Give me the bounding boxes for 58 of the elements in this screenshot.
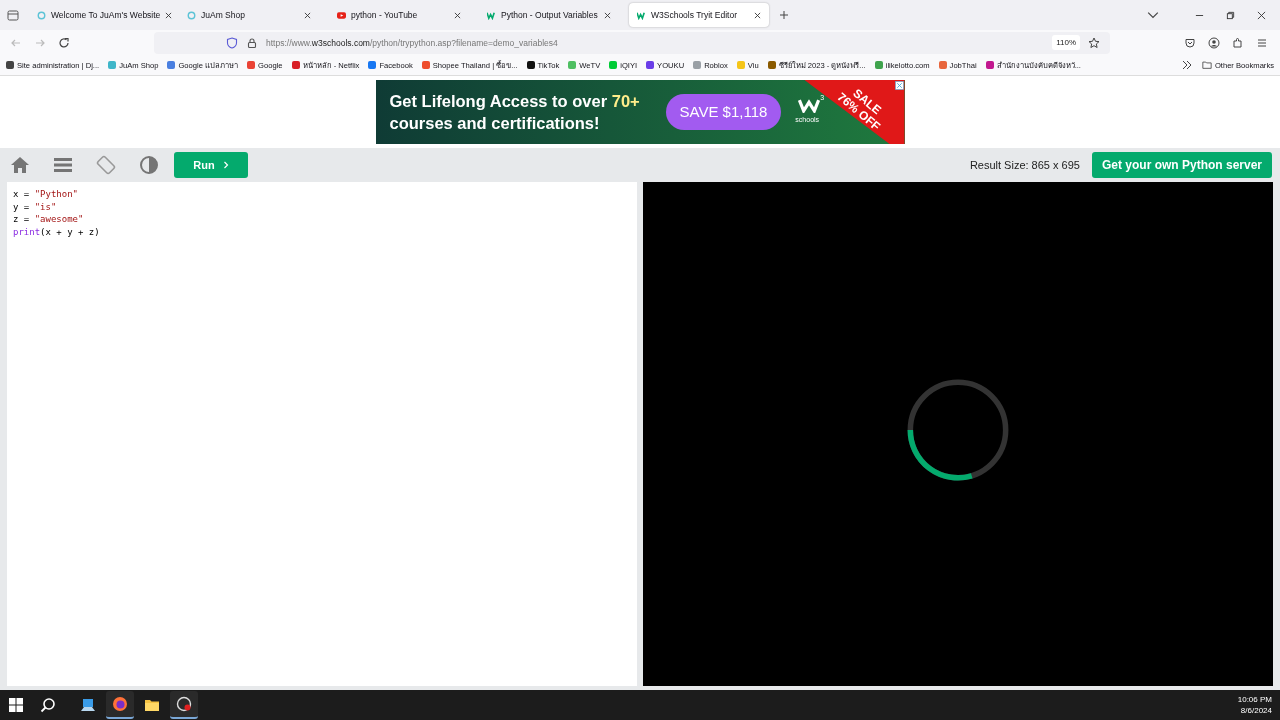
new-tab-icon[interactable] [779, 10, 789, 20]
double-chevron-icon[interactable] [1180, 59, 1193, 71]
close-icon[interactable] [604, 11, 611, 19]
tab-list-icon[interactable] [7, 9, 19, 21]
tab-title: W3Schools Tryit Editor [651, 10, 738, 20]
result-size: Result Size: 865 x 695 [969, 159, 1080, 171]
home-icon[interactable] [10, 155, 30, 175]
close-icon[interactable] [304, 11, 311, 19]
zoom-level[interactable]: 110% [1052, 35, 1080, 50]
close-icon[interactable] [454, 11, 461, 19]
reload-icon[interactable] [58, 36, 70, 49]
close-icon[interactable] [754, 11, 761, 19]
browser-tab[interactable]: python - YouTube [329, 3, 469, 27]
folder-icon [1201, 60, 1212, 70]
shield-icon [226, 36, 238, 49]
browser-tab[interactable]: JuAm Shop [179, 3, 319, 27]
puzzle-icon[interactable] [1232, 36, 1244, 49]
w-logo-icon [637, 10, 646, 20]
browser-tab[interactable]: Welcome To JuAm's Website [29, 3, 169, 27]
restore-icon[interactable] [1226, 10, 1235, 20]
windows-icon[interactable] [8, 697, 24, 713]
code-line: x = "Python" [13, 188, 80, 201]
account-icon[interactable] [1208, 36, 1220, 49]
save-button[interactable]: SAVE $1,118 [665, 94, 782, 130]
play-icon [337, 10, 346, 20]
browser-tab[interactable]: Python - Output Variables [479, 3, 619, 27]
close-icon[interactable] [1257, 10, 1266, 20]
ring-icon [187, 10, 196, 20]
ring-icon [37, 10, 46, 20]
search-icon[interactable] [40, 697, 56, 713]
browser-tab[interactable]: W3Schools Tryit Editor [629, 3, 769, 27]
close-icon[interactable] [894, 81, 904, 90]
ad-headline: Get Lifelong Access to over 70+ courses and certifications! [389, 91, 641, 134]
tab-title: JuAm Shop [201, 10, 246, 20]
tab-title: Python - Output Variables [501, 10, 599, 20]
code-editor[interactable]: x = "Python" y = "is" z = "awesome" print(x + y + z) [7, 182, 637, 686]
clock-date: 8/6/2024 [1240, 705, 1272, 716]
pocket-icon[interactable] [1184, 36, 1196, 49]
lock-icon [246, 36, 258, 49]
menu-icon[interactable] [53, 155, 73, 175]
address-bar[interactable]: https://www.w3schools.com/python/trypython.asp?filename=demo_variables4 110% [154, 31, 1110, 54]
chevron-right-icon [222, 161, 229, 169]
code-line: y = "is" [13, 200, 58, 214]
url-text: https://www.w3schools.com/python/trypython.asp?filename=demo_variables4 [266, 37, 558, 48]
contrast-icon[interactable] [139, 155, 159, 175]
menu-icon[interactable] [1256, 36, 1268, 49]
code-line: z = "awesome" [13, 213, 85, 227]
browser-app-icon[interactable] [106, 691, 134, 719]
code-line: print(x + y + z) [13, 226, 101, 239]
tab-title: Welcome To JuAm's Website [51, 10, 161, 20]
tab-title: python - YouTube [351, 10, 419, 20]
w-logo-icon [487, 10, 496, 20]
w-logo-icon [798, 98, 821, 113]
recorder-app-icon[interactable] [170, 691, 198, 719]
chevron-down-icon[interactable] [1147, 9, 1159, 21]
clock-time: 10:06 PM [1237, 694, 1272, 705]
close-icon[interactable] [165, 11, 173, 19]
star-icon[interactable] [1088, 36, 1100, 49]
